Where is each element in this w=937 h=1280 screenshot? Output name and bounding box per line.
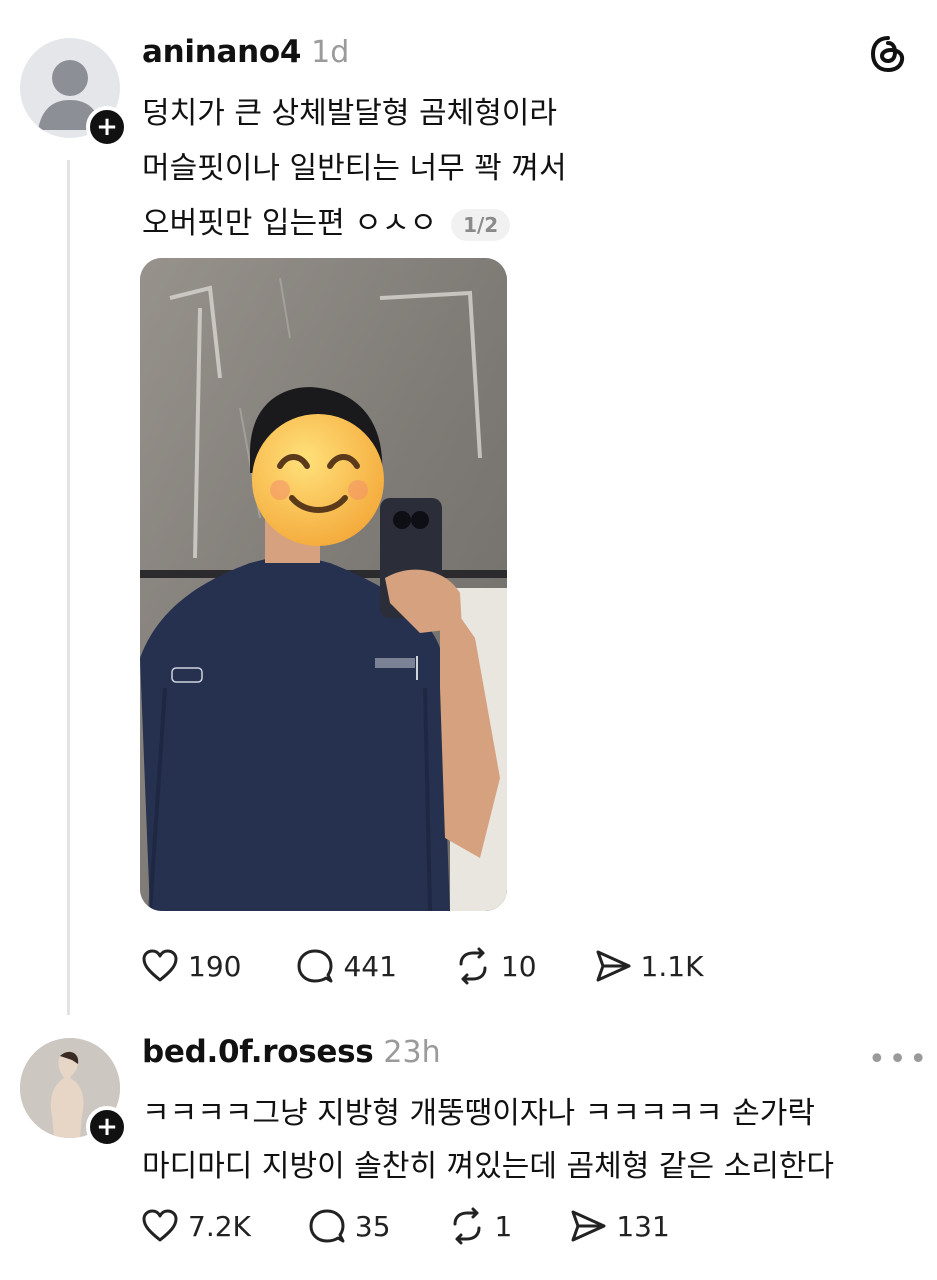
share-count: 131 (616, 1209, 670, 1243)
post-text-line: ㅋㅋㅋㅋ그냥 지방형 개뚱땡이자나 ㅋㅋㅋㅋㅋ 손가락 (142, 1096, 815, 1131)
reply-count: 441 (343, 949, 397, 983)
post-time: 1d (311, 35, 350, 70)
username[interactable]: bed.0f.rosess (142, 1034, 374, 1070)
reply-count: 35 (354, 1209, 391, 1243)
follow-plus-icon[interactable]: + (86, 1106, 128, 1148)
reply-icon (297, 949, 333, 983)
repost-icon (453, 1207, 481, 1245)
post-text-line: 덩치가 큰 상체발달형 곰체형이라 (142, 96, 558, 131)
repost-button[interactable]: 10 (453, 946, 537, 986)
post-header: aninano4 1d (142, 34, 349, 70)
post-text-line: 마디마디 지방이 솔찬히 껴있는데 곰체형 같은 소리한다 (142, 1149, 835, 1184)
reply-button[interactable]: 441 (295, 946, 397, 986)
post-text-line: 오버핏만 입는편 ㅇㅅㅇ 1/2 (142, 198, 511, 242)
share-button[interactable]: 1.1K (593, 946, 704, 986)
post-actions: 7.2K 35 1 131 (140, 1206, 670, 1246)
post-text-line: 머슬핏이나 일반티는 너무 꽉 껴서 (142, 151, 567, 186)
repost-count: 1 (494, 1209, 513, 1243)
heart-icon (142, 1209, 178, 1242)
follow-plus-icon[interactable]: + (86, 106, 128, 148)
like-count: 7.2K (188, 1209, 251, 1243)
post-header: bed.0f.rosess 23h (142, 1034, 441, 1070)
repost-button[interactable]: 1 (447, 1206, 513, 1246)
username[interactable]: aninano4 (142, 34, 301, 70)
heart-icon (142, 949, 178, 982)
post-photo[interactable] (140, 258, 507, 911)
like-button[interactable]: 190 (140, 946, 241, 986)
like-count: 190 (188, 949, 242, 983)
post-text: 오버핏만 입는편 ㅇㅅㅇ (142, 206, 438, 241)
repost-count: 10 (500, 949, 537, 983)
more-options-icon[interactable]: ••• (868, 1042, 930, 1077)
share-icon (571, 1210, 606, 1242)
like-button[interactable]: 7.2K (140, 1206, 251, 1246)
thread-line (67, 160, 70, 1015)
repost-icon (459, 947, 487, 985)
post-actions: 190 441 10 1.1K (140, 946, 703, 986)
post-time: 23h (383, 1035, 441, 1070)
photo-image (140, 258, 507, 911)
share-count: 1.1K (640, 949, 704, 983)
share-button[interactable]: 131 (568, 1206, 670, 1246)
reply-icon (309, 1209, 345, 1243)
threads-logo-icon[interactable] (866, 32, 910, 76)
page-counter-badge: 1/2 (451, 208, 511, 241)
reply-button[interactable]: 35 (307, 1206, 391, 1246)
share-icon (596, 950, 631, 982)
